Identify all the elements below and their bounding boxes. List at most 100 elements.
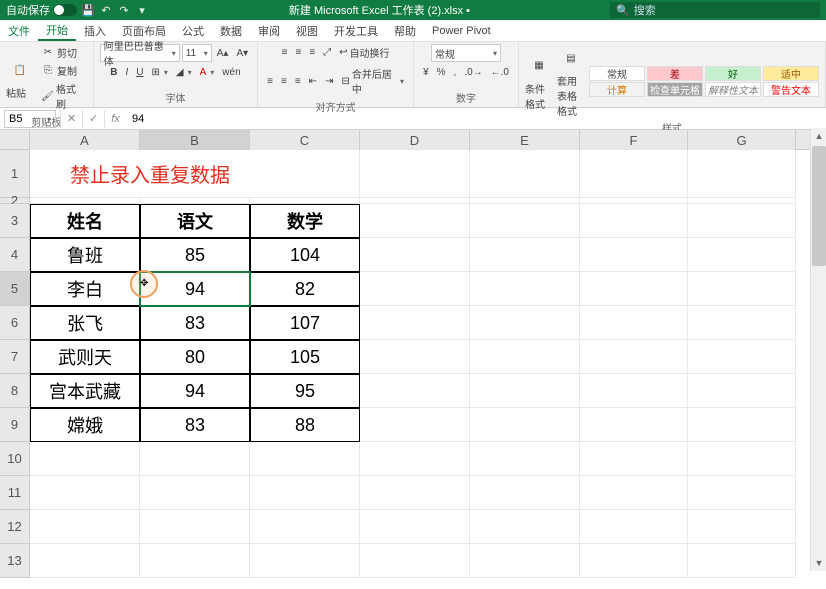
cell[interactable] (360, 340, 470, 374)
search-box[interactable]: 🔍 搜索 (610, 2, 820, 18)
cell[interactable] (470, 544, 580, 578)
cell[interactable] (360, 408, 470, 442)
cell[interactable] (688, 476, 796, 510)
cell[interactable] (360, 442, 470, 476)
cell[interactable] (688, 238, 796, 272)
style-calc[interactable]: 计算 (589, 82, 645, 97)
cell[interactable] (688, 408, 796, 442)
row-header-12[interactable]: 12 (0, 510, 30, 544)
col-header-E[interactable]: E (470, 130, 580, 150)
cell-name[interactable]: 李白 (30, 272, 140, 306)
cell-chinese[interactable]: 94 (140, 374, 250, 408)
table-format-button[interactable]: ▤ 套用表格格式 (557, 44, 585, 118)
cell[interactable] (360, 238, 470, 272)
cell[interactable] (580, 442, 688, 476)
tab-review[interactable]: 审阅 (250, 20, 288, 41)
qat-dropdown-icon[interactable]: ▾ (135, 3, 149, 17)
save-icon[interactable]: 💾 (81, 3, 95, 17)
style-warn[interactable]: 警告文本 (763, 82, 819, 97)
cell[interactable] (360, 510, 470, 544)
header-math[interactable]: 数学 (250, 204, 360, 238)
align-center-button[interactable]: ≡ (278, 75, 290, 88)
cell-name[interactable]: 嫦娥 (30, 408, 140, 442)
cell-chinese[interactable]: 80 (140, 340, 250, 374)
cell[interactable] (140, 544, 250, 578)
increase-font-button[interactable]: A▴ (214, 47, 232, 60)
cell[interactable] (580, 374, 688, 408)
cell[interactable] (360, 374, 470, 408)
cell[interactable] (470, 374, 580, 408)
cell[interactable] (688, 306, 796, 340)
cell-name[interactable]: 张飞 (30, 306, 140, 340)
cell[interactable] (470, 150, 580, 198)
worksheet-grid[interactable]: ABCDEFG 1禁止录入重复数据23姓名语文数学4鲁班851045李白9482… (0, 130, 826, 589)
decrease-font-button[interactable]: A▾ (233, 47, 251, 60)
cell-chinese[interactable]: 85 (140, 238, 250, 272)
cell[interactable] (250, 510, 360, 544)
autosave-toggle[interactable]: 自动保存 (6, 2, 77, 18)
col-header-D[interactable]: D (360, 130, 470, 150)
cell[interactable] (360, 544, 470, 578)
row-header-6[interactable]: 6 (0, 306, 30, 340)
cell[interactable] (250, 476, 360, 510)
cell[interactable] (470, 238, 580, 272)
copy-button[interactable]: ⎘复制 (38, 62, 87, 79)
cell[interactable] (30, 442, 140, 476)
cell-math[interactable]: 82 (250, 272, 360, 306)
cell[interactable] (580, 306, 688, 340)
align-middle-button[interactable]: ≡ (292, 46, 304, 59)
cell-math[interactable]: 95 (250, 374, 360, 408)
cell[interactable] (580, 204, 688, 238)
tab-dev[interactable]: 开发工具 (326, 20, 386, 41)
row-header-11[interactable]: 11 (0, 476, 30, 510)
cell[interactable] (688, 374, 796, 408)
font-color-button[interactable]: A (197, 66, 218, 79)
tab-file[interactable]: 文件 (0, 20, 38, 41)
name-box[interactable]: B5 (4, 110, 56, 128)
cell[interactable] (250, 442, 360, 476)
cell[interactable] (470, 272, 580, 306)
increase-decimal-button[interactable]: .0→ (461, 66, 485, 79)
comma-button[interactable]: , (451, 66, 460, 79)
cell-math[interactable]: 104 (250, 238, 360, 272)
cell[interactable] (30, 510, 140, 544)
tab-help[interactable]: 帮助 (386, 20, 424, 41)
orientation-button[interactable]: ⤢ (320, 46, 334, 59)
cell[interactable] (140, 510, 250, 544)
cell[interactable] (580, 408, 688, 442)
cell[interactable] (360, 306, 470, 340)
vertical-scrollbar[interactable]: ▲ ▼ (810, 128, 826, 571)
indent-inc-button[interactable]: ⇥ (322, 75, 336, 88)
header-name[interactable]: 姓名 (30, 204, 140, 238)
row-header-7[interactable]: 7 (0, 340, 30, 374)
cell[interactable] (30, 476, 140, 510)
fill-color-button[interactable]: ◢ (173, 66, 195, 79)
cell[interactable] (360, 272, 470, 306)
cell[interactable] (688, 442, 796, 476)
cell-math[interactable]: 107 (250, 306, 360, 340)
cell[interactable] (360, 150, 470, 198)
row-header-8[interactable]: 8 (0, 374, 30, 408)
cancel-edit-button[interactable]: ✕ (60, 110, 82, 128)
col-header-B[interactable]: B (140, 130, 250, 150)
cell[interactable] (580, 150, 688, 198)
cell-chinese[interactable]: 83 (140, 306, 250, 340)
paste-button[interactable]: 📋 粘贴 (6, 56, 34, 100)
row-header-5[interactable]: 5 (0, 272, 30, 306)
cell[interactable] (580, 340, 688, 374)
wrap-text-button[interactable]: ↩自动换行 (336, 44, 392, 61)
scroll-down-icon[interactable]: ▼ (811, 555, 826, 571)
merge-center-button[interactable]: ⊟合并后居中 (338, 65, 407, 97)
style-explain[interactable]: 解释性文本 (705, 82, 761, 97)
row-header-1[interactable]: 1 (0, 150, 30, 198)
format-painter-button[interactable]: 🖌格式刷 (38, 80, 87, 112)
select-all-corner[interactable] (0, 130, 30, 150)
cell[interactable] (470, 408, 580, 442)
cell[interactable] (580, 544, 688, 578)
style-bad[interactable]: 差 (647, 66, 703, 81)
confirm-edit-button[interactable]: ✓ (82, 110, 104, 128)
cell[interactable] (470, 510, 580, 544)
col-header-C[interactable]: C (250, 130, 360, 150)
cell[interactable] (30, 544, 140, 578)
cell[interactable] (360, 204, 470, 238)
